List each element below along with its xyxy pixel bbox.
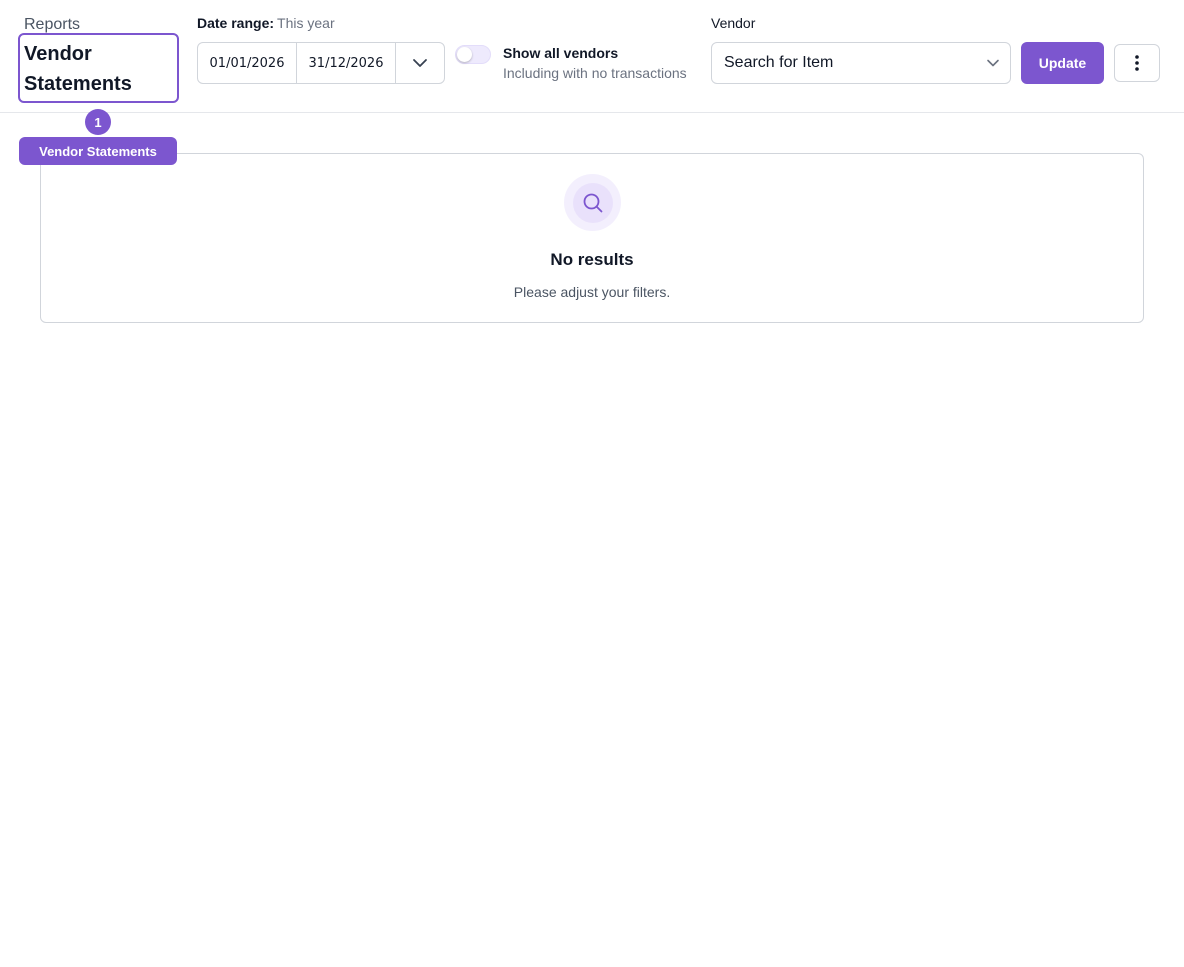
vendor-select-placeholder: Search for Item	[724, 54, 834, 71]
chevron-down-icon	[987, 59, 999, 67]
annotation-number-badge: 1	[85, 109, 111, 135]
vendor-select[interactable]: Search for Item	[711, 42, 1011, 84]
empty-state-badge-inner	[572, 182, 613, 223]
empty-state-subtitle: Please adjust your filters.	[513, 284, 671, 300]
start-date-input[interactable]: 01/01/2026	[198, 43, 297, 83]
toggle-knob	[457, 47, 472, 62]
end-date-input[interactable]: 31/12/2026	[297, 43, 396, 83]
show-all-vendors-toggle[interactable]	[455, 45, 491, 64]
results-panel: No results Please adjust your filters.	[40, 153, 1144, 323]
empty-state-badge	[564, 174, 621, 231]
top-toolbar: Reports Vendor Statements Date range: Thi…	[0, 0, 1184, 113]
empty-state-title: No results	[550, 250, 634, 269]
date-range-preset: This year	[277, 15, 335, 31]
chevron-down-icon	[413, 59, 427, 67]
search-icon	[583, 193, 602, 212]
page-title: Vendor Statements	[24, 43, 132, 95]
more-options-button[interactable]	[1114, 44, 1160, 82]
date-range-picker: 01/01/2026 31/12/2026	[197, 42, 445, 84]
show-all-vendors-description: Including with no transactions	[503, 65, 687, 81]
vendor-label: Vendor	[711, 15, 756, 31]
more-vertical-icon	[1135, 55, 1139, 71]
date-range-dropdown-button[interactable]	[396, 43, 444, 83]
annotation-label: Vendor Statements	[19, 137, 177, 165]
update-button[interactable]: Update	[1021, 42, 1104, 84]
show-all-vendors-label: Show all vendors	[503, 45, 619, 61]
date-range-label: Date range: This year	[197, 15, 335, 31]
breadcrumb[interactable]: Reports	[24, 16, 80, 34]
date-range-label-text: Date range:	[197, 15, 275, 31]
